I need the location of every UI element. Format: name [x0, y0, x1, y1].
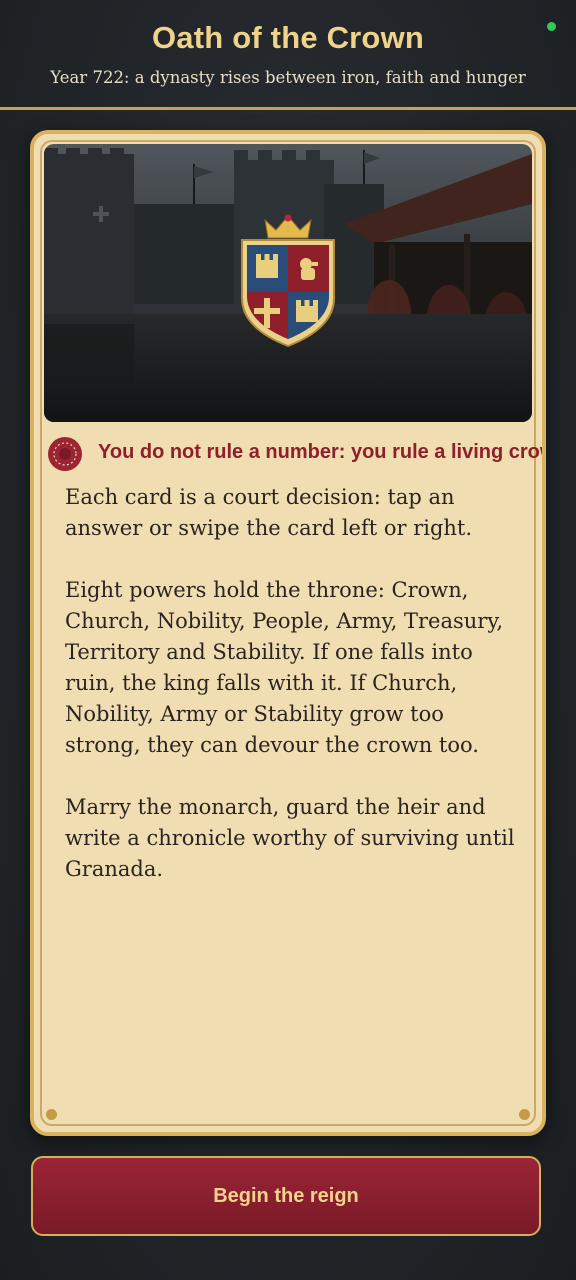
intro-paragraph: Eight powers hold the throne: Crown, Chu… [65, 578, 504, 757]
intro-paragraph: Each card is a court decision: tap an an… [65, 485, 473, 540]
crown-seal-icon [48, 437, 82, 471]
header-divider [0, 107, 576, 110]
intro-text: Each card is a court decision: tap an an… [65, 482, 515, 916]
corner-ornament [46, 1109, 57, 1120]
intro-paragraph: Marry the monarch, guard the heir and wr… [65, 795, 515, 881]
tagline-row: You do not rule a number: you rule a liv… [47, 436, 546, 472]
tagline: You do not rule a number: you rule a liv… [98, 441, 546, 463]
page-title: Oath of the Crown [151, 20, 425, 55]
page-subtitle: Year 722: a dynasty rises between iron, … [50, 68, 526, 87]
castle-scene-image [44, 144, 532, 422]
corner-ornament [519, 1109, 530, 1120]
intro-card[interactable]: You do not rule a number: you rule a liv… [30, 130, 546, 1136]
castle-artwork [44, 144, 532, 422]
header: Oath of the Crown Year 722: a dynasty ri… [0, 0, 576, 108]
begin-reign-button[interactable]: Begin the reign [31, 1156, 541, 1236]
